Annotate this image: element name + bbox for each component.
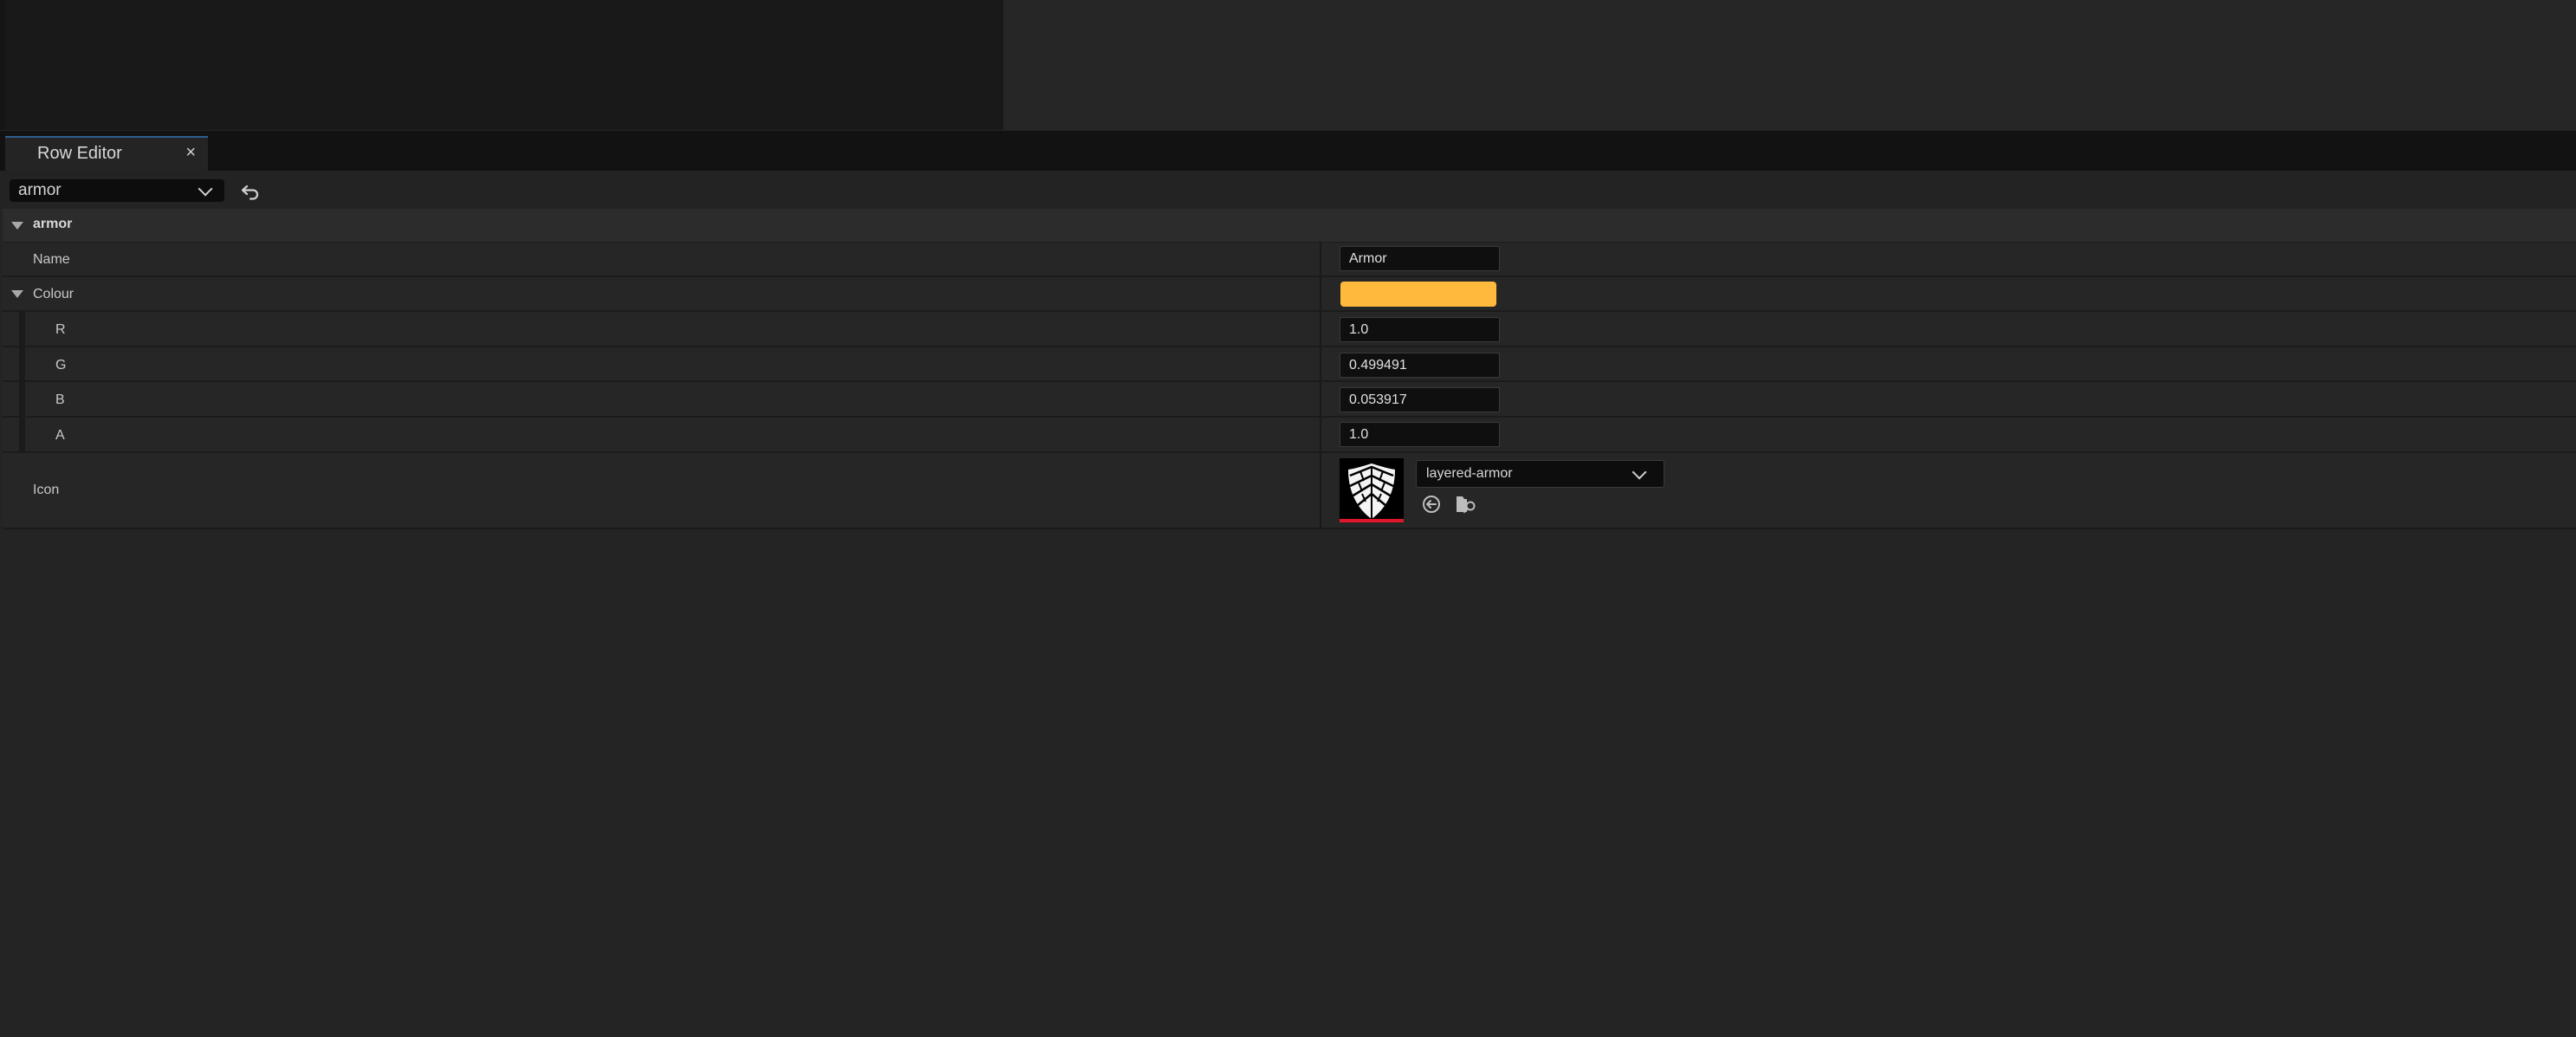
indent-bar [19,382,25,416]
browse-folder-icon [1457,496,1476,514]
indent-bar [19,312,25,346]
property-row-icon: Icon layered-armor [3,453,2576,529]
property-label-icon: Icon [33,483,60,497]
property-label-name: Name [33,252,70,267]
row-name-value: armor [18,181,62,199]
layered-armor-icon [1348,463,1395,519]
indent-bar [19,347,25,380]
close-icon[interactable]: × [185,143,196,163]
property-label-r: R [55,322,66,337]
column-divider [1320,347,1321,380]
property-label-g: G [55,358,67,373]
property-row-a: A 1.0 [3,418,2576,453]
name-field[interactable]: Armor [1340,246,1500,271]
thumbnail-underline [1340,519,1404,522]
row-name-dropdown[interactable]: armor [10,179,224,202]
indent-bar [19,418,25,451]
category-armor[interactable]: armor [3,209,2576,243]
use-selected-asset-button[interactable] [1421,494,1442,515]
g-field-value: 0.499491 [1349,358,1407,373]
property-row-name: Name Armor [3,243,2576,277]
chevron-down-icon [1632,464,1647,480]
tab-strip [0,131,2576,171]
use-selected-arrow-icon [1423,496,1440,513]
icon-thumbnail[interactable] [1340,458,1404,522]
column-divider [1320,453,1321,528]
a-field[interactable]: 1.0 [1340,422,1500,447]
r-field-value: 1.0 [1349,322,1369,337]
g-field[interactable]: 0.499491 [1340,353,1500,378]
tab-row-editor[interactable]: Row Editor × [5,136,208,171]
expand-caret-icon[interactable] [11,222,23,230]
undo-arrow-icon [241,185,259,200]
b-field-value: 0.053917 [1349,392,1407,407]
asset-dropdown[interactable]: layered-armor [1416,460,1664,488]
property-label-a: A [55,428,65,443]
tab-title: Row Editor [37,144,122,163]
r-field[interactable]: 1.0 [1340,317,1500,342]
category-label: armor [33,217,73,231]
asset-dropdown-value: layered-armor [1426,466,1513,481]
column-divider [1320,277,1321,310]
a-field-value: 1.0 [1349,427,1369,442]
column-divider [1320,418,1321,451]
property-row-r: R 1.0 [3,312,2576,347]
property-label-colour: Colour [33,287,75,301]
property-row-b: B 0.053917 [3,382,2576,418]
column-divider [1320,243,1321,275]
column-divider [1320,382,1321,416]
property-row-g: G 0.499491 [3,347,2576,382]
browse-asset-button[interactable] [1455,494,1476,515]
details-panel-top [1003,0,2576,130]
column-divider [1320,312,1321,346]
row-editor-toolbar [0,171,2576,209]
expand-caret-icon[interactable] [11,290,23,298]
property-row-colour: Colour [3,277,2576,312]
viewport-panel [5,0,1003,130]
undo-button[interactable] [239,179,263,202]
colour-swatch[interactable] [1340,282,1496,307]
property-label-b: B [55,392,65,407]
name-field-value: Armor [1349,251,1387,266]
chevron-down-icon [198,181,213,197]
b-field[interactable]: 0.053917 [1340,387,1500,412]
